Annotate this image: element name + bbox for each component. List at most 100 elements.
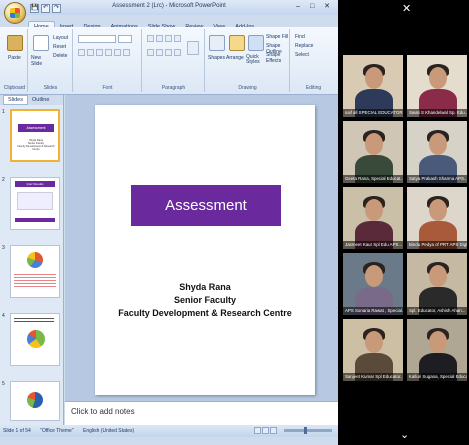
- replace-button[interactable]: Replace: [295, 43, 313, 49]
- reset-button[interactable]: Reset: [53, 44, 66, 50]
- status-bar: Slide 1 of 54 "Office Theme" English (Un…: [0, 425, 338, 437]
- slide-thumbnail[interactable]: [10, 245, 60, 298]
- slide-canvas[interactable]: Assessment Shyda Rana Senior Faculty Fac…: [95, 105, 315, 395]
- font-color-icon[interactable]: [123, 49, 130, 56]
- face: [365, 133, 383, 155]
- participant-tile[interactable]: Sanjeet Kumar Spl Educator...: [343, 319, 403, 381]
- select-button[interactable]: Select: [295, 52, 309, 58]
- participant-name: Jasmeet Kaur Spl Edu APS...: [343, 241, 403, 249]
- slide-thumbnail[interactable]: Assessment Shyda Rana Senior Faculty Fac…: [10, 109, 60, 162]
- presenter-name[interactable]: Shyda Rana: [95, 281, 315, 294]
- office-logo-icon: [10, 8, 20, 18]
- shadow-icon[interactable]: [114, 49, 121, 56]
- participant-name: APS Sonaria Rawat , Special...: [343, 307, 403, 315]
- window-controls[interactable]: – □ ✕: [296, 2, 334, 10]
- paste-button[interactable]: Paste: [8, 55, 21, 61]
- save-icon[interactable]: 💾: [30, 4, 39, 13]
- font-size-combo[interactable]: [118, 35, 132, 43]
- shapes-icon[interactable]: [209, 35, 225, 51]
- group-label-paragraph: Paragraph: [161, 85, 186, 91]
- ribbon-tabs: HomeInsertDesignAnimationsSlide ShowRevi…: [28, 15, 338, 32]
- thumbnail-text: Shyda Rana Senior Faculty Faculty Develo…: [17, 139, 55, 151]
- thumbnail-chart: [17, 192, 53, 210]
- pie-chart-icon: [27, 330, 45, 348]
- numbering-icon[interactable]: [156, 35, 163, 42]
- participant-name: Spl. Educator, Ashish Ahan...: [407, 307, 467, 315]
- undo-icon[interactable]: ↶: [41, 4, 50, 13]
- group-label-slides: Slides: [43, 85, 58, 91]
- group-label-editing: Editing: [305, 85, 322, 91]
- slide-editing-area: Assessment Shyda Rana Senior Faculty Fac…: [65, 95, 338, 401]
- font-name-combo[interactable]: [78, 35, 116, 43]
- face: [429, 199, 447, 221]
- notes-pane[interactable]: Click to add notes: [65, 401, 338, 425]
- italic-icon[interactable]: [87, 49, 94, 56]
- slideshow-view-icon[interactable]: [270, 427, 277, 434]
- normal-view-icon[interactable]: [254, 427, 261, 434]
- participant-tile[interactable]: APS Sonaria Rawat , Special...: [343, 253, 403, 315]
- layout-button[interactable]: Layout: [53, 35, 68, 41]
- align-center-icon[interactable]: [156, 49, 163, 56]
- delete-button[interactable]: Delete: [53, 53, 67, 59]
- sorter-view-icon[interactable]: [262, 427, 269, 434]
- participant-tile[interactable]: Jasmeet Kaur Spl Edu APS...: [343, 187, 403, 249]
- paragraph-group: Paragraph: [143, 29, 205, 92]
- quick-styles-icon[interactable]: [248, 35, 264, 51]
- participant-tile[interactable]: Kalluri Sugana, Special Educat...: [407, 319, 467, 381]
- pie-chart-icon: [27, 392, 43, 408]
- slide-thumbnail[interactable]: [10, 313, 60, 366]
- columns-icon[interactable]: [187, 41, 199, 55]
- participant-tile[interactable]: Satya Prakash Sharma APS...: [407, 121, 467, 183]
- arrange-icon[interactable]: [229, 35, 245, 51]
- line-spacing-icon[interactable]: [174, 35, 181, 42]
- justify-icon[interactable]: [174, 49, 181, 56]
- face: [365, 67, 383, 89]
- indent-icon[interactable]: [165, 35, 172, 42]
- align-left-icon[interactable]: [147, 49, 154, 56]
- participant-tile[interactable]: Bindu Pedya of PRT APS Digh...: [407, 187, 467, 249]
- underline-icon[interactable]: [96, 49, 103, 56]
- quick-styles-button[interactable]: Quick Styles: [246, 55, 262, 65]
- participant-tile[interactable]: saif all SPECIAL EDUCATOR...: [343, 55, 403, 117]
- shape-fill-button[interactable]: Shape Fill: [266, 34, 288, 40]
- title-bar: Assessment 2 (Lrc) - Microsoft PowerPoin…: [0, 0, 338, 15]
- bold-icon[interactable]: [78, 49, 85, 56]
- group-label-font: Font: [102, 85, 113, 91]
- participant-name: Bindu Pedya of PRT APS Digh...: [407, 241, 467, 249]
- bullets-icon[interactable]: [147, 35, 154, 42]
- zoom-slider[interactable]: [284, 427, 332, 434]
- thumbnail-text-block: [14, 274, 56, 288]
- thumbnail-title: Quiz Results: [15, 181, 55, 187]
- face: [429, 133, 447, 155]
- slide-title[interactable]: Assessment: [131, 185, 281, 226]
- thumbnail-number: 2: [2, 177, 5, 183]
- new-slide-button[interactable]: New Slide: [31, 55, 53, 67]
- slides-group: New Slide Layout Reset Delete Slides: [29, 29, 73, 92]
- participant-tile[interactable]: Spl. Educator, Ashish Ahan...: [407, 253, 467, 315]
- redo-icon[interactable]: ↷: [52, 4, 61, 13]
- strikethrough-icon[interactable]: [105, 49, 112, 56]
- shapes-button[interactable]: Shapes: [208, 55, 225, 61]
- tab-slides[interactable]: Slides: [3, 95, 28, 105]
- presenter-org[interactable]: Faculty Development & Research Centre: [95, 307, 315, 320]
- paste-icon[interactable]: [7, 35, 23, 51]
- participant-tile[interactable]: Geeta Rana, Special Educat...: [343, 121, 403, 183]
- slide-thumbnail[interactable]: Quiz Results: [10, 177, 60, 230]
- arrange-button[interactable]: Arrange: [226, 55, 244, 61]
- chevron-down-icon[interactable]: ⌄: [400, 428, 409, 441]
- find-button[interactable]: Find: [295, 34, 305, 40]
- editing-group: Find Replace Select Editing: [291, 29, 336, 92]
- thumbnail-title: Assessment: [18, 124, 54, 132]
- align-right-icon[interactable]: [165, 49, 172, 56]
- presenter-role[interactable]: Senior Faculty: [95, 294, 315, 307]
- slide-thumbnail[interactable]: [10, 381, 60, 421]
- office-button[interactable]: [4, 2, 26, 24]
- participant-name: Geeta Rana, Special Educat...: [343, 175, 403, 183]
- participant-tile[interactable]: Swati S Khandelwal Sp. Edu...: [407, 55, 467, 117]
- ribbon: Paste Clipboard New Slide Layout Reset D…: [0, 27, 338, 95]
- shape-effects-button[interactable]: Shape Effects: [266, 52, 289, 64]
- tab-outline[interactable]: Outline: [28, 96, 53, 104]
- thumbnail-number: 1: [2, 109, 5, 115]
- new-slide-icon[interactable]: [33, 35, 49, 51]
- close-icon[interactable]: ✕: [402, 2, 411, 15]
